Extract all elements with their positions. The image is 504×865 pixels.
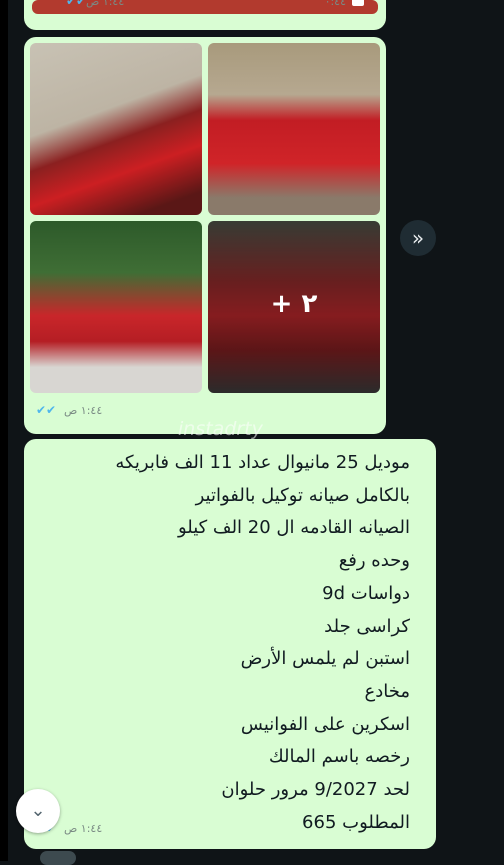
car-photo-3[interactable] [30, 221, 202, 393]
message-line: بالكامل صيانه توكيل بالفواتير [195, 484, 410, 506]
image-album-bubble[interactable]: + ٢ ✔✔ ١:٤٤ ص [24, 37, 386, 434]
bottom-element [40, 851, 76, 865]
forward-icon[interactable]: » [400, 220, 436, 256]
scroll-to-bottom-button[interactable]: ⌄ [16, 789, 60, 833]
message-line: اسكرين على الفوانيس [240, 713, 410, 735]
message-time: ١:٤٤ ص [64, 404, 103, 417]
message-line: موديل 25 مانيوال عداد 11 الف فابريكه [115, 452, 410, 473]
message-line: استبن لم يلمس الأرض [240, 648, 410, 670]
watermark: instadrty [178, 418, 263, 440]
previous-message-bubble[interactable]: ✔✔ ١:٤٤ ص ٠:٤٤ [24, 0, 386, 30]
more-photos-count: + ٢ [270, 289, 318, 319]
text-message-bubble[interactable]: موديل 25 مانيوال عداد 11 الف فابريكه بال… [24, 439, 436, 849]
chevron-double-down-icon: ⌄ [30, 800, 46, 821]
message-line: كراسى جلد [324, 615, 410, 637]
message-line: رخصه باسم المالك [268, 746, 410, 768]
message-time: ١:٤٤ ص [86, 0, 125, 8]
message-line: الصيانه القادمه ال 20 الف كيلو [177, 517, 410, 539]
message-line: لحد 9/2027 مرور حلوان [221, 779, 410, 801]
file-icon [352, 0, 364, 6]
message-text: موديل 25 مانيوال عداد 11 الف فابريكه بال… [30, 447, 410, 839]
screen-edge [0, 0, 8, 861]
car-photo-1[interactable] [30, 43, 202, 215]
message-line: وحده رفع [338, 550, 410, 572]
read-receipt-icon: ✔✔ [66, 0, 87, 8]
voice-duration: ٠:٤٤ [324, 0, 346, 8]
message-line: مخادع [364, 680, 410, 702]
message-line: دواسات 9d [322, 582, 410, 604]
car-photo-4-more[interactable]: + ٢ [208, 221, 380, 393]
car-photo-2[interactable] [208, 43, 380, 215]
message-time: ١:٤٤ ص [64, 822, 103, 835]
read-receipt-icon: ✔✔ [36, 403, 57, 417]
